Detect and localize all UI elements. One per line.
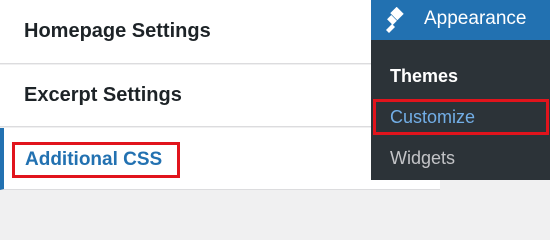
- bottom-strip: [0, 190, 550, 200]
- menu-item-appearance[interactable]: Appearance: [371, 0, 550, 40]
- admin-menu: Appearance Themes Customize Widgets: [371, 0, 550, 180]
- section-label: Homepage Settings: [24, 20, 211, 42]
- section-label: Excerpt Settings: [24, 84, 182, 106]
- customize-highlight: [373, 99, 549, 135]
- submenu-item-widgets[interactable]: Widgets: [390, 148, 455, 169]
- appearance-label: Appearance: [424, 8, 527, 29]
- submenu-item-themes[interactable]: Themes: [390, 66, 458, 87]
- section-label: Additional CSS: [25, 149, 163, 170]
- additional-css-highlight[interactable]: Additional CSS: [12, 142, 180, 178]
- paintbrush-icon: [386, 7, 404, 33]
